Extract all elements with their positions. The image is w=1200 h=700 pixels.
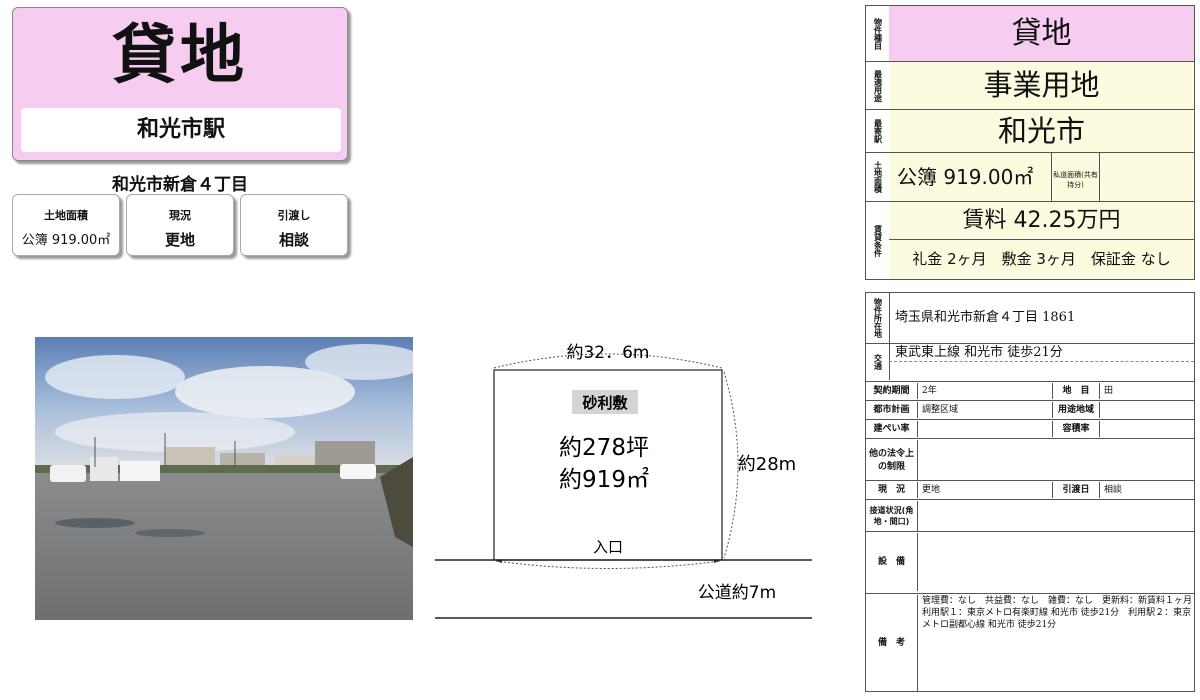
area-label: 土地面積 bbox=[866, 153, 890, 201]
contract-label: 契約期間 bbox=[866, 383, 918, 399]
info-card-area: 土地面積 公簿 919.00㎡ bbox=[12, 194, 120, 256]
details-panel: 物件所在地 埼玉県和光市新倉４丁目 1861 交通 東武東上線 和光市 徒歩21… bbox=[865, 292, 1200, 692]
land-value: 田 bbox=[1104, 386, 1114, 396]
private-road-label: 私道面積(共有持分) bbox=[1052, 153, 1100, 201]
station-label: 最寄駅 bbox=[866, 110, 890, 152]
location-label: 物件所在地 bbox=[866, 293, 890, 343]
status-value: 更地 bbox=[922, 485, 941, 495]
far-label: 容積率 bbox=[1052, 421, 1100, 437]
zoning-label: 用途地域 bbox=[1052, 402, 1100, 418]
right-dimension-arc bbox=[723, 371, 739, 559]
card-value: 公簿 919.00㎡ bbox=[21, 233, 111, 248]
notes-label: 備 考 bbox=[866, 595, 918, 691]
transport-label: 交通 bbox=[866, 344, 890, 380]
equipment-label: 設 備 bbox=[866, 533, 918, 591]
use-value: 事業用地 bbox=[889, 62, 1194, 109]
type-value: 貸地 bbox=[889, 6, 1194, 61]
notes-value: 管理費：なし 共益費：なし 雑費：なし 更新料：新賃料１ヶ月 利用駅１：東京メト… bbox=[922, 596, 1200, 630]
location-value: 埼玉県和光市新倉４丁目 1861 bbox=[895, 310, 1076, 325]
handover-value: 相談 bbox=[1104, 485, 1123, 495]
card-label: 現況 bbox=[169, 209, 191, 222]
private-road-value bbox=[1100, 153, 1194, 201]
deposits-value: 礼金 2ヶ月 敷金 3ヶ月 保証金 なし bbox=[889, 240, 1194, 279]
top-width-label: 約32．6m bbox=[566, 343, 649, 363]
type-label: 物件種目 bbox=[866, 6, 890, 61]
other-law-label: 他の法令上の制限 bbox=[866, 440, 918, 480]
lot-diagram: 砂利敷 約32．6m 約278坪 約919㎡ 約28m 入口 公道約7m bbox=[435, 343, 812, 619]
property-type-title: 貸地 bbox=[112, 19, 248, 93]
road-access-label: 接道状況(角地・間口) bbox=[866, 501, 918, 531]
card-label: 引渡し bbox=[277, 209, 311, 222]
station-value: 和光市 bbox=[889, 110, 1194, 152]
area-m2-label: 約919㎡ bbox=[559, 467, 649, 493]
conditions-label: 賃貸条件 bbox=[866, 202, 890, 279]
use-label: 最適用途 bbox=[866, 62, 890, 109]
site-photo bbox=[35, 337, 413, 620]
city-plan-label: 都市計画 bbox=[866, 402, 918, 418]
land-label: 地 目 bbox=[1052, 383, 1100, 399]
road-label: 公道約7m bbox=[698, 583, 776, 603]
entrance-label: 入口 bbox=[593, 538, 623, 556]
address-line: 和光市新倉４丁目 bbox=[112, 175, 248, 195]
coverage-label: 建ぺい率 bbox=[866, 421, 918, 437]
transport-value: 東武東上線 和光市 徒歩21分 bbox=[889, 344, 1194, 362]
right-length-label: 約28m bbox=[738, 454, 796, 475]
area-value: 公簿 919.00㎡ bbox=[889, 153, 1052, 201]
city-plan-value: 調整区域 bbox=[922, 405, 959, 415]
contract-value: 2年 bbox=[922, 386, 937, 396]
info-card-status: 現況 更地 bbox=[126, 194, 234, 256]
title-card: 貸地 和光市駅 bbox=[12, 7, 348, 161]
entrance-dimension-arc bbox=[495, 560, 721, 569]
handover-label: 引渡日 bbox=[1052, 482, 1100, 498]
card-label: 土地面積 bbox=[44, 209, 88, 222]
station-label: 和光市駅 bbox=[21, 108, 341, 152]
surface-label: 砂利敷 bbox=[582, 394, 628, 412]
status-label: 現 況 bbox=[866, 482, 918, 498]
summary-panel: 物件種目 貸地 最適用途 事業用地 最寄駅 和光市 土地面積 公簿 919.00… bbox=[865, 5, 1195, 280]
card-value: 相談 bbox=[278, 231, 309, 249]
info-card-handover: 引渡し 相談 bbox=[240, 194, 348, 256]
rent-value: 賃料 42.25万円 bbox=[889, 202, 1194, 240]
card-value: 更地 bbox=[164, 231, 195, 249]
area-tsubo-label: 約278坪 bbox=[559, 435, 649, 461]
